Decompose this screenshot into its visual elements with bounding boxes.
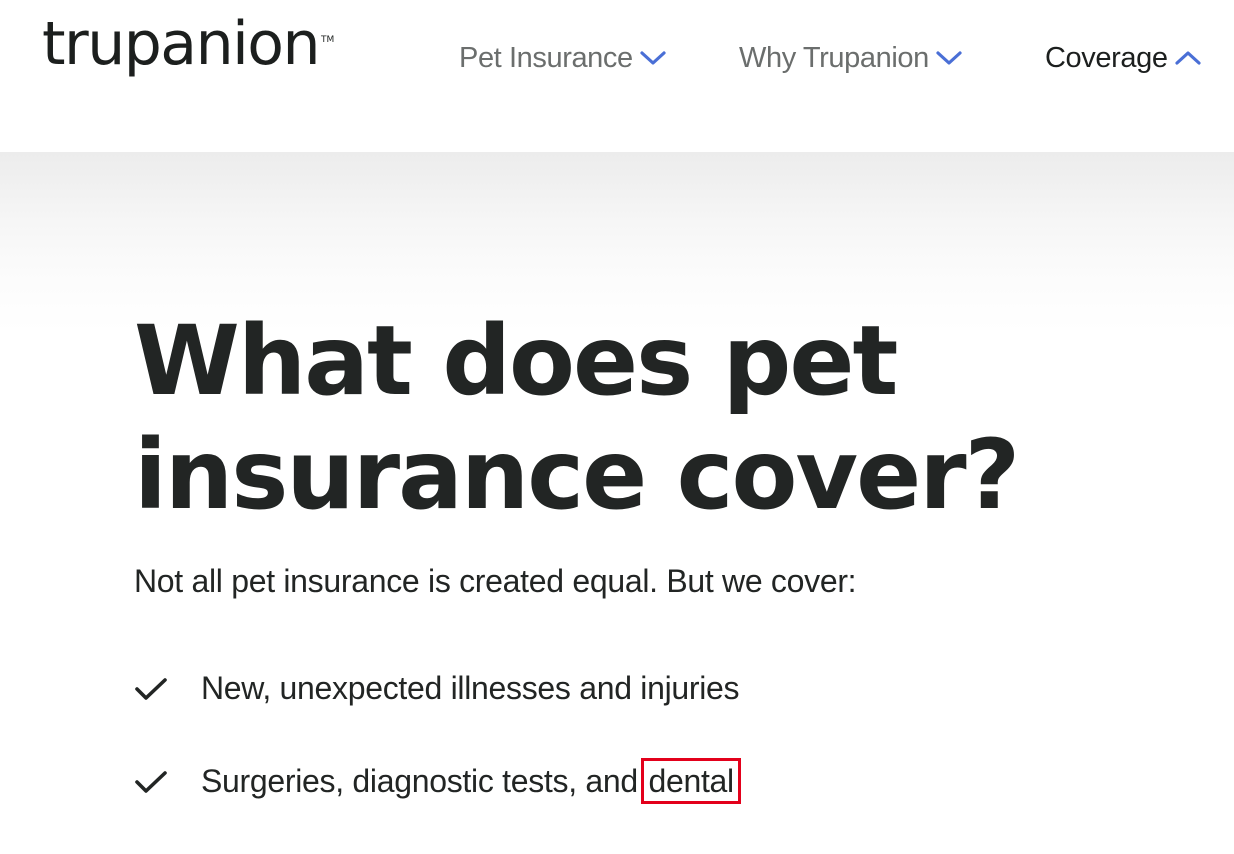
nav-item-coverage[interactable]: Coverage xyxy=(1045,38,1201,78)
coverage-item-text: Surgeries, diagnostic tests, and dental xyxy=(201,758,741,804)
nav-label: Why Trupanion xyxy=(739,41,929,74)
nav-label: Pet Insurance xyxy=(459,41,633,74)
check-icon xyxy=(134,677,168,701)
hero-subtitle: Not all pet insurance is created equal. … xyxy=(134,563,857,599)
main-nav: Pet Insurance Why Trupanion Coverage xyxy=(0,38,1234,78)
coverage-list-item: New, unexpected illnesses and injuries xyxy=(134,670,740,707)
nav-label: Coverage xyxy=(1045,41,1168,74)
coverage-item-text: New, unexpected illnesses and injuries xyxy=(201,670,740,706)
coverage-list-item: Surgeries, diagnostic tests, and dental xyxy=(134,758,741,804)
chevron-down-icon xyxy=(640,50,666,66)
hero-section: What does pet insurance cover? Not all p… xyxy=(0,152,1234,854)
coverage-item-text-prefix: Surgeries, diagnostic tests, and xyxy=(201,763,647,799)
page-title: What does pet insurance cover? xyxy=(134,304,1134,532)
chevron-down-icon xyxy=(936,50,962,66)
dental-link[interactable]: dental xyxy=(641,758,741,804)
check-icon xyxy=(134,770,168,794)
title-line-2: insurance cover? xyxy=(134,419,1020,531)
title-line-1: What does pet xyxy=(134,305,898,417)
site-header: trupanion TM Pet Insurance Why Trupanion … xyxy=(0,0,1234,152)
nav-item-pet-insurance[interactable]: Pet Insurance xyxy=(459,38,666,78)
chevron-up-icon xyxy=(1174,50,1201,66)
nav-item-why-trupanion[interactable]: Why Trupanion xyxy=(739,38,962,78)
